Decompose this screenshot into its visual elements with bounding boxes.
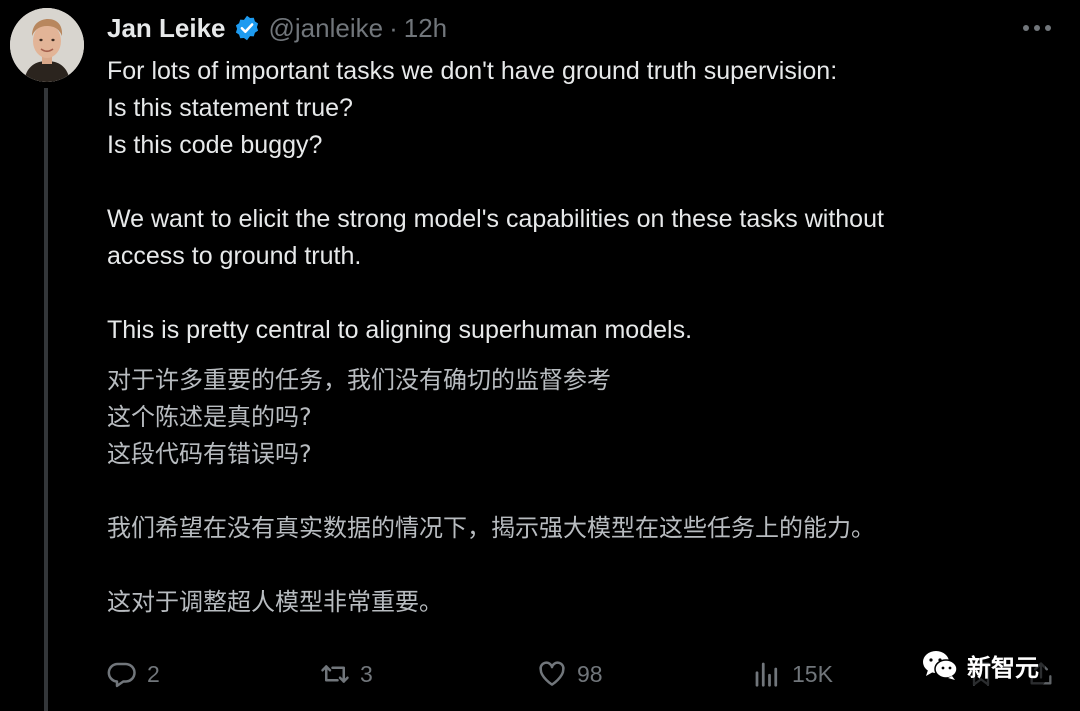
translation-line: 这对于调整超人模型非常重要。 [107, 588, 443, 616]
like-button[interactable]: 98 [537, 656, 603, 692]
translation-line: 我们希望在没有真实数据的情况下，揭示强大模型在这些任务上的能力。 [107, 514, 875, 542]
watermark: 新智元 [915, 645, 1045, 685]
views-count: 15K [792, 660, 833, 687]
separator-dot: · [389, 12, 398, 43]
translation-line: 对于许多重要的任务，我们没有确切的监督参考 [107, 366, 611, 394]
translation-text: 对于许多重要的任务，我们没有确切的监督参考 这个陈述是真的吗? 这段代码有错误吗… [107, 362, 1057, 621]
tweet-line: Is this code buggy? [107, 131, 323, 159]
user-handle[interactable]: @janleike [269, 13, 384, 44]
more-icon[interactable] [1022, 24, 1052, 32]
views-button[interactable]: 15K [752, 656, 833, 692]
watermark-text: 新智元 [967, 653, 1039, 682]
timestamp[interactable]: 12h [404, 13, 447, 44]
like-icon [539, 661, 565, 686]
retweet-count: 3 [360, 660, 373, 687]
reply-count: 2 [147, 660, 160, 687]
views-icon [755, 662, 778, 687]
retweet-icon [321, 665, 349, 683]
tweet-line: For lots of important tasks we don't hav… [107, 57, 838, 85]
wechat-icon [923, 651, 958, 680]
avatar[interactable] [10, 8, 84, 82]
reply-icon [107, 662, 136, 688]
tweet-header: Jan Leike @janleike · 12h [107, 12, 447, 44]
tweet-line: We want to elicit the strong model's cap… [107, 205, 884, 233]
reply-button[interactable]: 2 [107, 656, 160, 692]
translation-line: 这段代码有错误吗? [107, 440, 312, 468]
avatar-image [10, 8, 84, 82]
translation-line: 这个陈述是真的吗? [107, 403, 312, 431]
like-count: 98 [577, 660, 603, 687]
retweet-button[interactable]: 3 [320, 656, 373, 692]
tweet-line: This is pretty central to aligning super… [107, 316, 693, 344]
verified-badge-icon [233, 14, 261, 42]
tweet-line: Is this statement true? [107, 94, 353, 122]
display-name[interactable]: Jan Leike [107, 13, 226, 44]
tweet-text: For lots of important tasks we don't hav… [107, 53, 1057, 349]
thread-line [44, 88, 48, 711]
tweet-line: access to ground truth. [107, 242, 362, 270]
